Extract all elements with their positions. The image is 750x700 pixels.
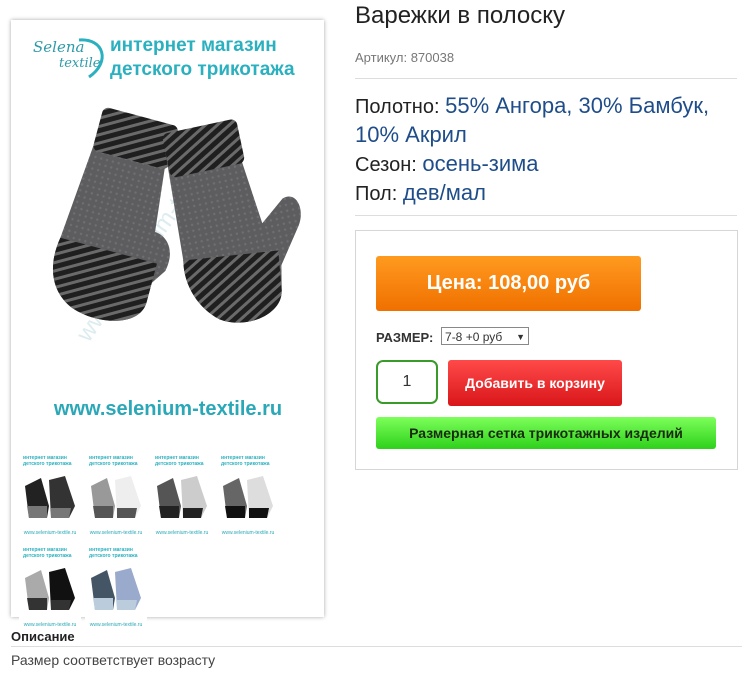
thumb-url: www.selenium-textile.ru (221, 530, 275, 536)
thumbnail-6[interactable]: интернет магазин детского трикотажа www.s… (85, 544, 147, 632)
product-sku: Артикул: 870038 (355, 50, 454, 65)
property-value: осень-зима (422, 151, 539, 176)
add-to-cart-button[interactable]: Добавить в корзину (448, 360, 622, 406)
thumb-url: www.selenium-textile.ru (23, 530, 77, 536)
image-site-url: www.selenium-textile.ru (53, 398, 283, 420)
dropdown-arrow-icon: ▼ (516, 332, 526, 342)
thumb-mittens-icon (91, 568, 141, 610)
thumb-mittens-icon (91, 476, 141, 518)
description-heading: Описание (11, 629, 75, 644)
divider (355, 215, 737, 216)
thumbnail-3[interactable]: интернет магазин детского трикотажа www.s… (151, 452, 213, 540)
size-chart-button[interactable]: Размерная сетка трикотажных изделий (376, 417, 716, 449)
store-tagline: интернет магазин детского трикотажа (110, 34, 295, 82)
thumb-url: www.selenium-textile.ru (155, 530, 209, 536)
thumbnail-5[interactable]: интернет магазин детского трикотажа www.s… (19, 544, 81, 632)
quantity-input[interactable]: 1 (376, 360, 438, 404)
property-value: дев/мал (402, 180, 486, 205)
size-label: РАЗМЕР: (376, 330, 434, 345)
product-properties: Полотно: 55% Ангора, 30% Бамбук, 10% Акр… (355, 92, 737, 208)
price-button[interactable]: Цена: 108,00 руб (376, 256, 641, 311)
thumbnail-1[interactable]: интернет магазин детского трикотажа www.s… (19, 452, 81, 540)
size-select[interactable]: 7-8 +0 руб ▼ (441, 327, 530, 345)
thumb-mittens-icon (25, 476, 75, 518)
mittens-image (52, 107, 301, 323)
thumb-url: www.selenium-textile.ru (89, 622, 143, 628)
product-gallery: www.selenium-textile.ru Selena textile и… (11, 20, 324, 632)
property-fabric: Полотно: 55% Ангора, 30% Бамбук, 10% Акр… (355, 92, 737, 150)
description-text: Размер соответствует возрасту (11, 652, 216, 668)
property-season: Сезон: осень-зима (355, 150, 737, 179)
size-selected-value: 7-8 +0 руб (445, 330, 503, 344)
tagline-line-2: детского трикотажа (110, 59, 295, 80)
brand-name: Selena (33, 38, 85, 56)
property-label: Сезон: (355, 154, 417, 176)
thumbnail-2[interactable]: интернет магазин детского трикотажа www.s… (85, 452, 147, 540)
purchase-box: Цена: 108,00 руб РАЗМЕР: 7-8 +0 руб ▼ 1 … (355, 230, 738, 470)
property-label: Полотно: (355, 96, 440, 118)
thumb-url: www.selenium-textile.ru (89, 530, 143, 536)
thumbnail-4[interactable]: интернет магазин детского трикотажа www.s… (217, 452, 279, 540)
size-selector-row: РАЗМЕР: 7-8 +0 руб ▼ (376, 327, 530, 346)
product-title: Варежки в полоску (355, 2, 566, 29)
tagline-line-1: интернет магазин (110, 35, 277, 56)
property-gender: Пол: дев/мал (355, 179, 737, 208)
main-product-image[interactable]: www.selenium-textile.ru Selena textile и… (19, 22, 317, 446)
brand-subname: textile (59, 56, 101, 71)
sku-value: 870038 (410, 50, 455, 65)
thumb-mittens-icon (157, 476, 207, 518)
thumb-mittens-icon (25, 568, 75, 610)
thumb-url: www.selenium-textile.ru (23, 622, 77, 628)
sku-label: Артикул: (355, 50, 408, 65)
property-label: Пол: (355, 183, 398, 205)
thumb-mittens-icon (223, 476, 273, 518)
divider (355, 78, 737, 79)
divider (11, 646, 742, 647)
